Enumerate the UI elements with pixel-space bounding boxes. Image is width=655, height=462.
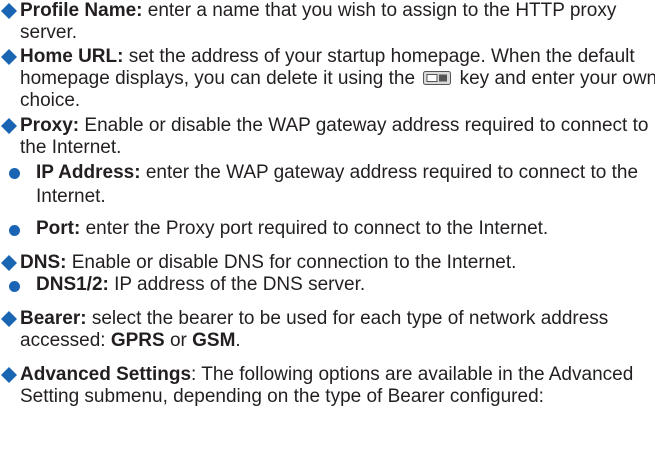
description-port: enter the Proxy port required to connect… xyxy=(80,218,549,239)
bearer-option-gsm: GSM xyxy=(192,330,236,351)
term-proxy: Proxy: xyxy=(20,115,80,136)
term-dns1-2: DNS1/2: xyxy=(36,274,109,295)
menu-key-icon xyxy=(423,71,452,85)
term-dns: DNS: xyxy=(20,252,67,273)
diamond-icon xyxy=(1,118,17,134)
bearer-option-gprs: GPRS xyxy=(110,330,165,351)
list-item-ip-address: IP Address: enter the WAP gateway addres… xyxy=(0,161,655,209)
list-item-advanced-settings: Advanced Settings: The following options… xyxy=(0,364,655,408)
term-port: Port: xyxy=(36,218,81,239)
diamond-icon xyxy=(1,255,17,271)
list-item-bearer: Bearer: select the bearer to be used for… xyxy=(0,308,655,352)
diamond-icon xyxy=(1,3,17,19)
circle-icon xyxy=(9,168,20,179)
term-home-url: Home URL: xyxy=(20,46,124,67)
list-item-dns: DNS: Enable or disable DNS for connectio… xyxy=(0,252,655,274)
bearer-connector: or xyxy=(164,330,193,351)
description-dns1-2: IP address of the DNS server. xyxy=(108,274,366,295)
bearer-end: . xyxy=(235,330,241,351)
list-item-profile-name: Profile Name: enter a name that you wish… xyxy=(0,0,655,44)
diamond-icon xyxy=(1,311,17,327)
diamond-icon xyxy=(1,367,17,383)
list-item-home-url: Home URL: set the address of your startu… xyxy=(0,46,655,112)
description-proxy: Enable or disable the WAP gateway addres… xyxy=(20,115,649,158)
description-bearer: select the bearer to be used for each ty… xyxy=(20,308,609,351)
circle-icon xyxy=(9,281,20,292)
term-advanced-settings: Advanced Settings xyxy=(20,364,192,385)
description-dns: Enable or disable DNS for connection to … xyxy=(66,252,517,273)
term-ip-address: IP Address: xyxy=(36,162,141,183)
term-profile-name: Profile Name: xyxy=(20,0,143,21)
list-item-dns1-2: DNS1/2: IP address of the DNS server. xyxy=(0,274,655,296)
term-bearer: Bearer: xyxy=(20,308,87,329)
circle-icon xyxy=(9,225,20,236)
diamond-icon xyxy=(1,49,17,65)
list-item-port: Port: enter the Proxy port required to c… xyxy=(0,218,655,240)
list-item-proxy: Proxy: Enable or disable the WAP gateway… xyxy=(0,115,655,159)
document-page: Profile Name: enter a name that you wish… xyxy=(0,0,655,462)
